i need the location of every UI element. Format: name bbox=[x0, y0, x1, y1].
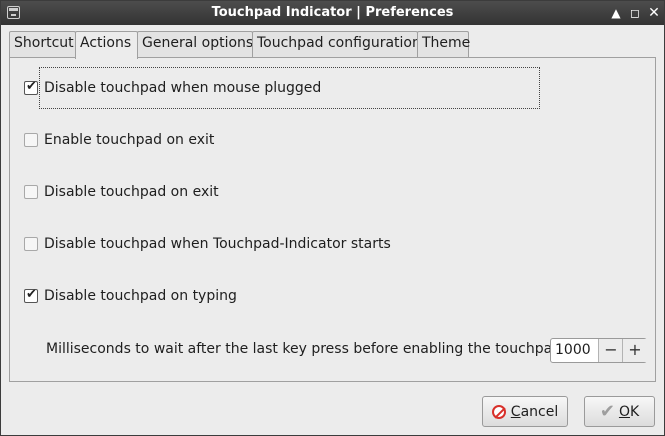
tab-general-options[interactable]: General options bbox=[137, 31, 253, 58]
option-label: Disable touchpad on typing bbox=[44, 288, 237, 304]
window-title: Touchpad Indicator | Preferences bbox=[211, 5, 454, 20]
tab-shortcut[interactable]: Shortcut bbox=[9, 31, 76, 58]
milliseconds-spinbutton[interactable]: 1000 − + bbox=[550, 338, 647, 363]
checkbox-unchecked-icon[interactable] bbox=[24, 133, 38, 147]
preferences-window: Touchpad Indicator | Preferences ▲ ◻ ✕ S… bbox=[0, 0, 665, 436]
maximize-icon[interactable]: ◻ bbox=[626, 4, 644, 22]
cancel-icon bbox=[491, 404, 506, 419]
checkmark-icon: ✔ bbox=[599, 400, 615, 422]
option-label: Disable touchpad on exit bbox=[44, 184, 219, 200]
checkbox-unchecked-icon[interactable] bbox=[24, 185, 38, 199]
decrement-button[interactable]: − bbox=[598, 339, 623, 362]
tab-theme[interactable]: Theme bbox=[417, 31, 470, 58]
option-label: Disable touchpad when mouse plugged bbox=[44, 80, 322, 96]
ok-button-label: OK bbox=[618, 403, 640, 420]
checkbox-checked-icon[interactable] bbox=[24, 79, 38, 95]
option-disable-on-typing[interactable]: Disable touchpad on typing bbox=[24, 286, 237, 306]
option-label: Disable touchpad when Touchpad-Indicator… bbox=[44, 236, 391, 252]
cancel-button[interactable]: Cancel bbox=[482, 396, 568, 427]
tab-actions[interactable]: Actions bbox=[75, 31, 138, 59]
title-bar[interactable]: Touchpad Indicator | Preferences ▲ ◻ ✕ bbox=[1, 1, 664, 25]
option-disable-when-mouse-plugged[interactable]: Disable touchpad when mouse plugged bbox=[24, 78, 321, 98]
shade-icon[interactable]: ▲ bbox=[607, 4, 625, 22]
option-disable-on-start[interactable]: Disable touchpad when Touchpad-Indicator… bbox=[24, 234, 391, 254]
cancel-button-label: Cancel bbox=[510, 403, 559, 420]
milliseconds-value[interactable]: 1000 bbox=[555, 342, 591, 358]
option-disable-on-exit[interactable]: Disable touchpad on exit bbox=[24, 182, 219, 202]
option-enable-on-exit[interactable]: Enable touchpad on exit bbox=[24, 130, 214, 150]
checkbox-unchecked-icon[interactable] bbox=[24, 237, 38, 251]
close-icon[interactable]: ✕ bbox=[645, 4, 663, 22]
ok-button[interactable]: ✔ OK bbox=[584, 396, 655, 427]
increment-button[interactable]: + bbox=[622, 339, 647, 362]
tab-touchpad-configuration[interactable]: Touchpad configuration bbox=[252, 31, 421, 58]
checkbox-checked-icon[interactable] bbox=[24, 287, 38, 303]
option-label: Enable touchpad on exit bbox=[44, 132, 215, 148]
milliseconds-label: Milliseconds to wait after the last key … bbox=[46, 341, 566, 357]
